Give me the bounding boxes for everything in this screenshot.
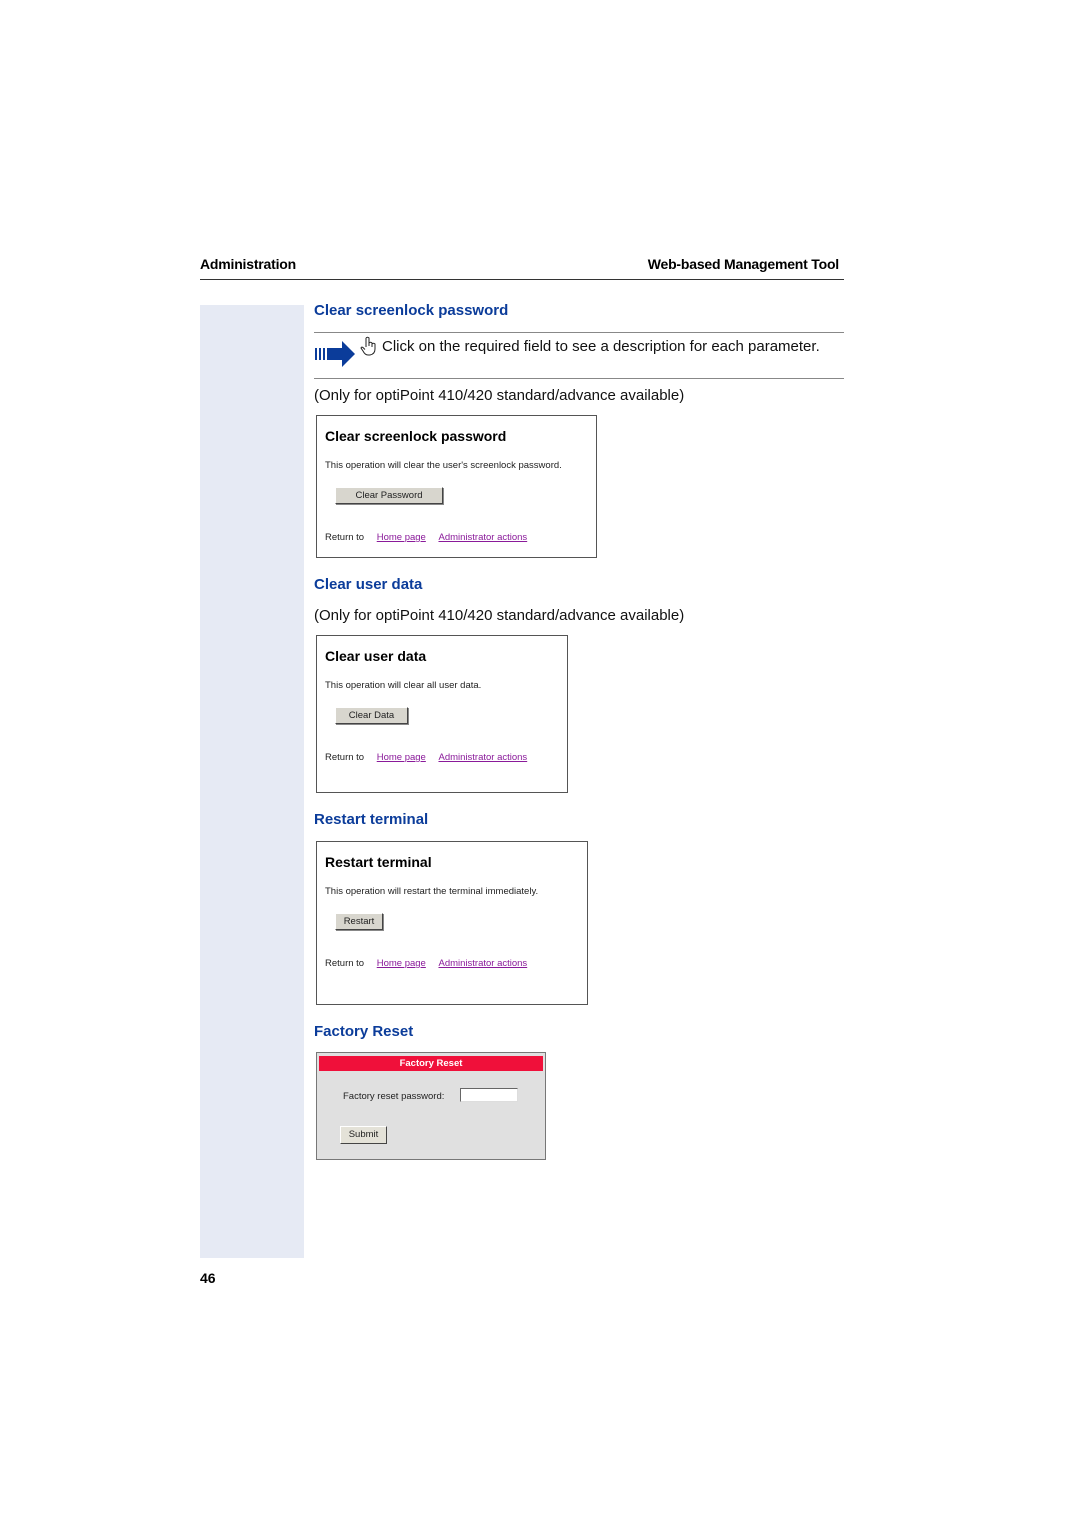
availability-note: (Only for optiPoint 410/420 standard/adv… xyxy=(314,607,685,624)
return-label: Return to xyxy=(325,752,365,763)
header-rule xyxy=(200,279,844,280)
panel-description: This operation will restart the terminal… xyxy=(325,886,539,897)
panel-title: Clear user data xyxy=(325,648,427,664)
panel-title: Restart terminal xyxy=(325,854,432,870)
panel-title: Clear screenlock password xyxy=(325,428,507,444)
note-top-rule xyxy=(314,332,844,333)
factory-reset-password-label: Factory reset password: xyxy=(343,1091,445,1102)
running-header-title: Web-based Management Tool xyxy=(647,256,839,272)
panel-clear-screenlock: Clear screenlock password This operation… xyxy=(316,415,597,558)
arrow-icon xyxy=(315,341,355,367)
home-page-link[interactable]: Home page xyxy=(377,958,426,969)
note-bottom-rule xyxy=(314,378,844,379)
margin-sidebar xyxy=(200,305,304,1258)
factory-reset-password-input[interactable] xyxy=(460,1088,518,1102)
panel-description: This operation will clear the user's scr… xyxy=(325,460,562,471)
restart-button[interactable]: Restart xyxy=(335,913,383,930)
tip-text: Click on the required field to see a des… xyxy=(382,338,820,355)
page-number: 46 xyxy=(200,1270,216,1286)
factory-reset-title-bar: Factory Reset xyxy=(319,1056,543,1071)
section-heading-restart-terminal: Restart terminal xyxy=(314,811,429,828)
availability-note: (Only for optiPoint 410/420 standard/adv… xyxy=(314,387,685,404)
administrator-actions-link[interactable]: Administrator actions xyxy=(438,752,527,763)
panel-clear-user-data: Clear user data This operation will clea… xyxy=(316,635,568,793)
clear-data-button[interactable]: Clear Data xyxy=(335,707,408,724)
panel-description: This operation will clear all user data. xyxy=(325,680,482,691)
home-page-link[interactable]: Home page xyxy=(377,752,426,763)
return-row: Return to Home page Administrator action… xyxy=(325,752,527,763)
section-heading-clear-screenlock: Clear screenlock password xyxy=(314,302,509,319)
administrator-actions-link[interactable]: Administrator actions xyxy=(438,532,527,543)
running-header-section: Administration xyxy=(200,256,296,272)
panel-factory-reset: Factory Reset Factory reset password: Su… xyxy=(316,1052,546,1160)
hand-pointer-icon xyxy=(360,336,376,356)
return-label: Return to xyxy=(325,532,365,543)
section-heading-clear-user-data: Clear user data xyxy=(314,576,423,593)
panel-restart-terminal: Restart terminal This operation will res… xyxy=(316,841,588,1005)
return-row: Return to Home page Administrator action… xyxy=(325,958,527,969)
administrator-actions-link[interactable]: Administrator actions xyxy=(438,958,527,969)
return-row: Return to Home page Administrator action… xyxy=(325,532,527,543)
home-page-link[interactable]: Home page xyxy=(377,532,426,543)
tip-note: Click on the required field to see a des… xyxy=(314,336,844,370)
submit-button[interactable]: Submit xyxy=(340,1126,387,1144)
return-label: Return to xyxy=(325,958,365,969)
section-heading-factory-reset: Factory Reset xyxy=(314,1023,414,1040)
clear-password-button[interactable]: Clear Password xyxy=(335,487,443,504)
